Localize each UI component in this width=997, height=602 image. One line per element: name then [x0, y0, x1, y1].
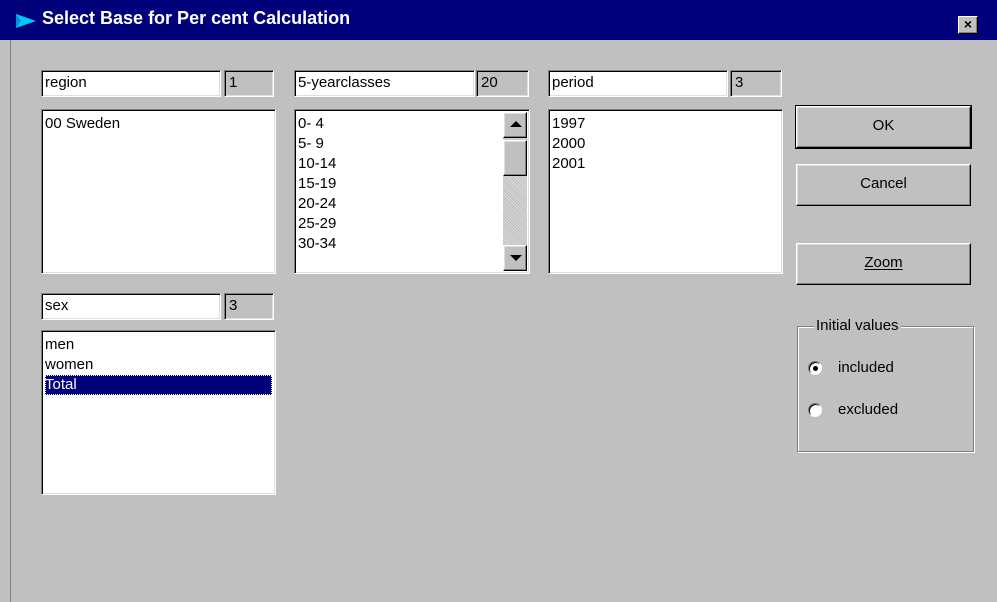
list-item[interactable]: 5- 9 — [298, 134, 529, 154]
close-button[interactable]: × — [958, 16, 978, 34]
variable-name-5-yearclasses[interactable]: 5-yearclasses — [294, 70, 475, 97]
radio-button[interactable] — [808, 403, 822, 417]
list-item[interactable]: 2000 — [552, 134, 782, 154]
variable-name-label: region — [45, 74, 87, 91]
scrollbar-thumb[interactable] — [503, 140, 527, 176]
list-item[interactable]: 20-24 — [298, 194, 529, 214]
scroll-down-button[interactable] — [503, 245, 527, 271]
variable-name-period[interactable]: period — [548, 70, 728, 97]
list-item[interactable]: 2001 — [552, 154, 782, 174]
app-icon — [16, 14, 36, 28]
initial-values-group — [797, 326, 974, 452]
zoom-button[interactable]: Zoom — [796, 243, 971, 285]
radio-label: excluded — [838, 401, 899, 418]
arrow-up-icon — [510, 121, 522, 127]
radio-included[interactable]: included — [808, 358, 938, 380]
list-item[interactable]: 25-29 — [298, 214, 529, 234]
variable-name-label: 5-yearclasses — [298, 74, 391, 91]
arrow-down-icon — [510, 255, 522, 261]
list-item[interactable]: women — [45, 355, 275, 375]
variable-count-label: 20 — [481, 74, 498, 91]
close-icon: × — [963, 16, 973, 32]
list-item[interactable]: 1997 — [552, 114, 782, 134]
radio-button-checked[interactable] — [808, 361, 822, 375]
list-item[interactable]: 00 Sweden — [45, 114, 275, 134]
initial-values-legend: Initial values — [814, 317, 901, 334]
ok-button-label: OK — [872, 117, 895, 134]
variable-count-label: 3 — [229, 297, 238, 314]
variable-name-region[interactable]: region — [41, 70, 221, 97]
title-bar[interactable]: Select Base for Per cent Calculation × — [0, 0, 997, 40]
window-frame — [0, 40, 11, 602]
listbox-5-yearclasses[interactable]: 0- 4 5- 9 10-14 15-19 20-24 25-29 30-34 — [294, 109, 530, 274]
list-item[interactable]: 15-19 — [298, 174, 529, 194]
vertical-scrollbar[interactable] — [503, 112, 527, 271]
list-item-selected[interactable]: Total — [45, 375, 272, 395]
zoom-button-label: Zoom — [864, 254, 903, 271]
variable-count-region: 1 — [224, 70, 274, 97]
list-item[interactable]: 0- 4 — [298, 114, 529, 134]
listbox-sex[interactable]: men women Total — [41, 330, 276, 495]
cancel-button[interactable]: Cancel — [796, 164, 971, 206]
radio-label: included — [838, 359, 894, 376]
scroll-up-button[interactable] — [503, 112, 527, 138]
list-item[interactable]: 30-34 — [298, 234, 529, 254]
variable-count-period: 3 — [730, 70, 782, 97]
variable-count-label: 1 — [229, 74, 238, 91]
variable-name-label: period — [552, 74, 594, 91]
variable-count-label: 3 — [735, 74, 744, 91]
window-title: Select Base for Per cent Calculation — [42, 8, 351, 28]
listbox-period[interactable]: 1997 2000 2001 — [548, 109, 783, 274]
variable-count-sex: 3 — [224, 293, 274, 320]
variable-name-sex[interactable]: sex — [41, 293, 221, 320]
list-item[interactable]: men — [45, 335, 275, 355]
radio-excluded[interactable]: excluded — [808, 400, 938, 422]
list-item[interactable]: 10-14 — [298, 154, 529, 174]
radio-dot-icon — [813, 366, 818, 371]
cancel-button-label: Cancel — [860, 175, 907, 192]
ok-button[interactable]: OK — [795, 105, 972, 149]
variable-name-label: sex — [45, 297, 69, 314]
variable-count-5-yearclasses: 20 — [476, 70, 529, 97]
listbox-region[interactable]: 00 Sweden — [41, 109, 276, 274]
